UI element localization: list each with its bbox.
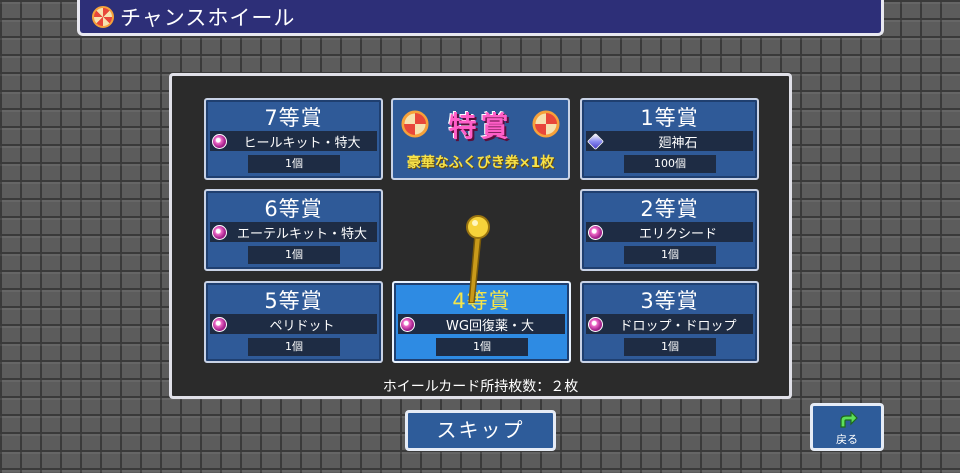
prize-item-bar: 廻神石 bbox=[586, 131, 753, 151]
prize-board: 7等賞 ヒールキット・特大 1個 特賞 豪華なふくびき券×1枚 1等賞 廻神石 … bbox=[169, 73, 792, 399]
potion-icon bbox=[212, 316, 227, 332]
return-arrow-icon bbox=[840, 410, 858, 428]
prize-item-name: WG回復薬・大 bbox=[446, 318, 534, 334]
special-prize-card: 特賞 豪華なふくびき券×1枚 bbox=[391, 98, 570, 180]
prize-item-bar: エリクシード bbox=[586, 222, 753, 242]
prize-item-bar: エーテルキット・特大 bbox=[210, 222, 377, 242]
prize-item-bar: ドロップ・ドロップ bbox=[586, 314, 753, 334]
potion-icon bbox=[212, 224, 227, 240]
prize-count: 1個 bbox=[624, 338, 716, 356]
prize-rank: 3等賞 bbox=[640, 289, 699, 313]
prize-item-name: エリクシード bbox=[638, 226, 717, 242]
prize-count: 1個 bbox=[624, 246, 716, 264]
prize-card-3: 3等賞 ドロップ・ドロップ 1個 bbox=[580, 281, 759, 363]
prize-count: 1個 bbox=[248, 246, 340, 264]
prize-count: 1個 bbox=[248, 155, 340, 173]
page-title: チャンスホイール bbox=[120, 5, 296, 30]
prize-item-name: ドロップ・ドロップ bbox=[619, 318, 737, 334]
prize-card-7: 7等賞 ヒールキット・特大 1個 bbox=[204, 98, 383, 180]
roulette-pointer-icon bbox=[466, 215, 490, 303]
prize-item-bar: WG回復薬・大 bbox=[398, 314, 565, 334]
prize-rank: 1等賞 bbox=[640, 106, 699, 130]
potion-icon bbox=[588, 316, 603, 332]
prize-rank: 5等賞 bbox=[264, 289, 323, 313]
prize-rank: 7等賞 bbox=[264, 106, 323, 130]
prize-count: 1個 bbox=[248, 338, 340, 356]
prize-item-bar: ペリドット bbox=[210, 314, 377, 334]
title-bar: チャンスホイール bbox=[77, 0, 884, 36]
prize-card-5: 5等賞 ペリドット 1個 bbox=[204, 281, 383, 363]
prize-item-name: ヒールキット・特大 bbox=[243, 135, 361, 151]
prize-card-6: 6等賞 エーテルキット・特大 1個 bbox=[204, 189, 383, 271]
chance-wheel-icon bbox=[92, 5, 114, 28]
potion-icon bbox=[212, 133, 227, 149]
prize-rank: 2等賞 bbox=[640, 197, 699, 221]
prize-item-name: ペリドット bbox=[269, 318, 335, 334]
gem-icon bbox=[587, 132, 604, 150]
prize-card-1: 1等賞 廻神石 100個 bbox=[580, 98, 759, 180]
potion-icon bbox=[588, 224, 603, 240]
potion-icon bbox=[400, 316, 415, 332]
prize-rank: 6等賞 bbox=[264, 197, 323, 221]
back-label: 戻る bbox=[836, 433, 858, 446]
prize-item-name: エーテルキット・特大 bbox=[236, 226, 367, 242]
prize-count: 100個 bbox=[624, 155, 716, 173]
wheel-icon bbox=[532, 110, 560, 138]
prize-count: 1個 bbox=[436, 338, 528, 356]
back-button[interactable]: 戻る bbox=[810, 403, 884, 451]
skip-button[interactable]: スキップ bbox=[405, 410, 556, 451]
prize-card-2: 2等賞 エリクシード 1個 bbox=[580, 189, 759, 271]
wheel-card-count: ホイールカード所持枚数：２枚 bbox=[382, 379, 579, 395]
special-prize-subtitle: 豪華なふくびき券×1枚 bbox=[406, 155, 555, 171]
prize-item-name: 廻神石 bbox=[658, 135, 698, 151]
prize-item-bar: ヒールキット・特大 bbox=[210, 131, 377, 151]
